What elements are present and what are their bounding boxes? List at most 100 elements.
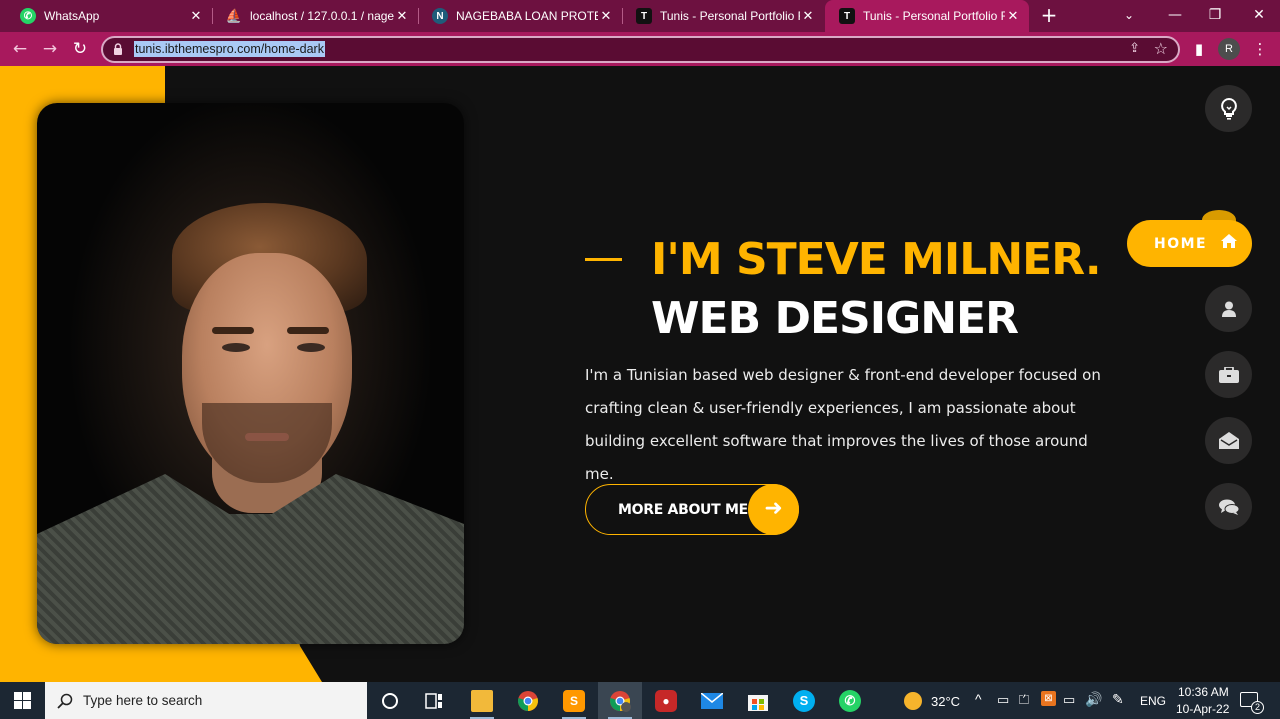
microsoft-store-icon <box>748 694 768 711</box>
task-view-button[interactable] <box>412 682 456 719</box>
pen-workspace-icon[interactable]: ✎ <box>1112 691 1124 708</box>
tab-whatsapp[interactable]: ✆ WhatsApp ✕ <box>6 0 212 32</box>
hero-name-heading: I'M STEVE MILNER. <box>651 234 1102 285</box>
xampp-icon[interactable]: ⊠ <box>1041 691 1056 706</box>
nav-home-label: HOME <box>1154 235 1208 252</box>
chrome-profile-button[interactable] <box>598 682 642 719</box>
tab-search-chevron-icon[interactable]: ⌄ <box>1106 0 1152 32</box>
cortana-circle-icon <box>382 692 398 709</box>
browser-tab-strip: ✆ WhatsApp ✕ ⛵ localhost / 127.0.0.1 / n… <box>0 0 1280 32</box>
url-text[interactable]: tunis.ibthemespro.com/home-dark <box>134 41 325 57</box>
lock-icon <box>114 43 122 55</box>
weather-temperature[interactable]: 32°C <box>931 694 960 709</box>
hero-role-heading: WEB DESIGNER <box>651 293 1019 344</box>
portfolio-page: I'M STEVE MILNER. WEB DESIGNER I'm a Tun… <box>0 66 1280 682</box>
search-placeholder: Type here to search <box>83 693 203 708</box>
close-icon[interactable]: ✕ <box>188 8 204 24</box>
mail-icon <box>701 692 723 709</box>
back-button[interactable]: ← <box>8 37 32 61</box>
photo-mouth <box>245 433 289 441</box>
sublime-text-icon: S <box>563 689 585 712</box>
headline-dash <box>585 258 622 261</box>
taskbar-search-box[interactable]: Type here to search <box>45 682 367 719</box>
t-logo-icon: T <box>636 8 652 24</box>
theme-toggle-button[interactable] <box>1205 85 1252 132</box>
tab-title: Tunis - Personal Portfolio Re <box>863 9 1005 23</box>
menu-kebab-icon[interactable]: ⋮ <box>1248 37 1272 61</box>
screen-recorder-icon: ● <box>655 689 677 712</box>
whatsapp-icon: ✆ <box>839 689 861 712</box>
nav-blog[interactable] <box>1205 483 1252 530</box>
arrow-right-icon: ➜ <box>748 484 799 535</box>
side-panel-icon[interactable]: ▮ <box>1187 37 1211 61</box>
windows-logo-icon <box>14 692 31 709</box>
chrome-button[interactable] <box>506 682 550 719</box>
weather-sun-icon[interactable] <box>904 692 922 710</box>
more-about-me-button[interactable]: MORE ABOUT ME ➜ <box>585 484 799 535</box>
briefcase-icon <box>1218 366 1239 383</box>
home-icon <box>1221 234 1237 248</box>
tab-nagebaba[interactable]: N NAGEBABA LOAN PROTECTIC ✕ <box>418 0 622 32</box>
photo-brow <box>212 327 254 334</box>
photo-brow <box>287 327 329 334</box>
whatsapp-icon: ✆ <box>20 8 36 24</box>
restore-button[interactable]: ❐ <box>1192 0 1238 32</box>
user-icon <box>1221 301 1236 317</box>
nav-home[interactable]: HOME <box>1127 220 1252 267</box>
mail-button[interactable] <box>690 682 734 719</box>
clock-time[interactable]: 10:36 AM <box>1178 685 1229 699</box>
forward-button[interactable]: → <box>38 37 62 61</box>
new-tab-button[interactable]: + <box>1038 4 1060 26</box>
usb-device-icon[interactable]: ⏍ <box>1019 692 1029 708</box>
folder-icon <box>471 689 493 712</box>
search-icon <box>57 693 73 709</box>
close-icon[interactable]: ✕ <box>598 8 614 24</box>
comments-icon <box>1218 499 1239 515</box>
close-window-button[interactable]: ✕ <box>1236 0 1280 32</box>
close-icon[interactable]: ✕ <box>394 8 410 24</box>
tab-phpmyadmin[interactable]: ⛵ localhost / 127.0.0.1 / nageba ✕ <box>212 0 418 32</box>
clock-date[interactable]: 10-Apr-22 <box>1176 702 1229 716</box>
close-icon[interactable]: ✕ <box>800 8 816 24</box>
notification-count-badge: 2 <box>1251 701 1264 714</box>
profile-avatar[interactable]: R <box>1218 38 1240 60</box>
close-icon[interactable]: ✕ <box>1005 8 1021 24</box>
nav-about[interactable] <box>1205 285 1252 332</box>
photo-eye <box>297 343 325 352</box>
battery-icon[interactable]: ▭ <box>1063 692 1075 708</box>
skype-button[interactable]: S <box>782 682 826 719</box>
bookmark-star-icon[interactable]: ☆ <box>1154 39 1168 58</box>
photo-eye <box>222 343 250 352</box>
screen-recorder-button[interactable]: ● <box>644 682 688 719</box>
file-explorer-button[interactable] <box>460 682 504 719</box>
reload-button[interactable]: ↻ <box>68 37 92 61</box>
network-status-icon[interactable]: ▭ <box>997 692 1009 708</box>
address-bar[interactable]: tunis.ibthemespro.com/home-dark ⇪ ☆ <box>101 36 1180 63</box>
task-view-icon <box>425 692 442 709</box>
tab-title: Tunis - Personal Portfolio Re <box>660 9 800 23</box>
show-hidden-icons-chevron-icon[interactable]: ^ <box>975 691 982 707</box>
cta-label: MORE ABOUT ME <box>618 501 748 518</box>
phpmyadmin-icon: ⛵ <box>225 8 243 23</box>
chrome-icon <box>518 690 538 711</box>
profile-photo <box>37 103 464 644</box>
sublime-text-button[interactable]: S <box>552 682 596 719</box>
cortana-button[interactable] <box>368 682 412 719</box>
skype-icon: S <box>793 689 815 712</box>
chrome-profile-icon <box>610 690 631 712</box>
nav-contact[interactable] <box>1205 417 1252 464</box>
tab-title: NAGEBABA LOAN PROTECTIC <box>456 9 598 23</box>
nav-portfolio[interactable] <box>1205 351 1252 398</box>
start-button[interactable] <box>0 682 45 719</box>
microsoft-store-button[interactable] <box>736 682 780 719</box>
tab-title: localhost / 127.0.0.1 / nageba <box>250 9 394 23</box>
t-logo-icon: T <box>839 8 855 24</box>
hero-description: I'm a Tunisian based web designer & fron… <box>585 366 1101 483</box>
whatsapp-button[interactable]: ✆ <box>828 682 872 719</box>
tab-tunis-active[interactable]: T Tunis - Personal Portfolio Re ✕ <box>825 0 1029 32</box>
share-icon[interactable]: ⇪ <box>1129 41 1140 56</box>
windows-taskbar: Type here to search S ● S ✆ 32°C ^ ▭ ⏍ ⊠… <box>0 682 1280 719</box>
language-indicator[interactable]: ENG <box>1140 694 1166 708</box>
volume-icon[interactable]: 🔊 <box>1085 691 1102 708</box>
tab-tunis-1[interactable]: T Tunis - Personal Portfolio Re ✕ <box>622 0 824 32</box>
